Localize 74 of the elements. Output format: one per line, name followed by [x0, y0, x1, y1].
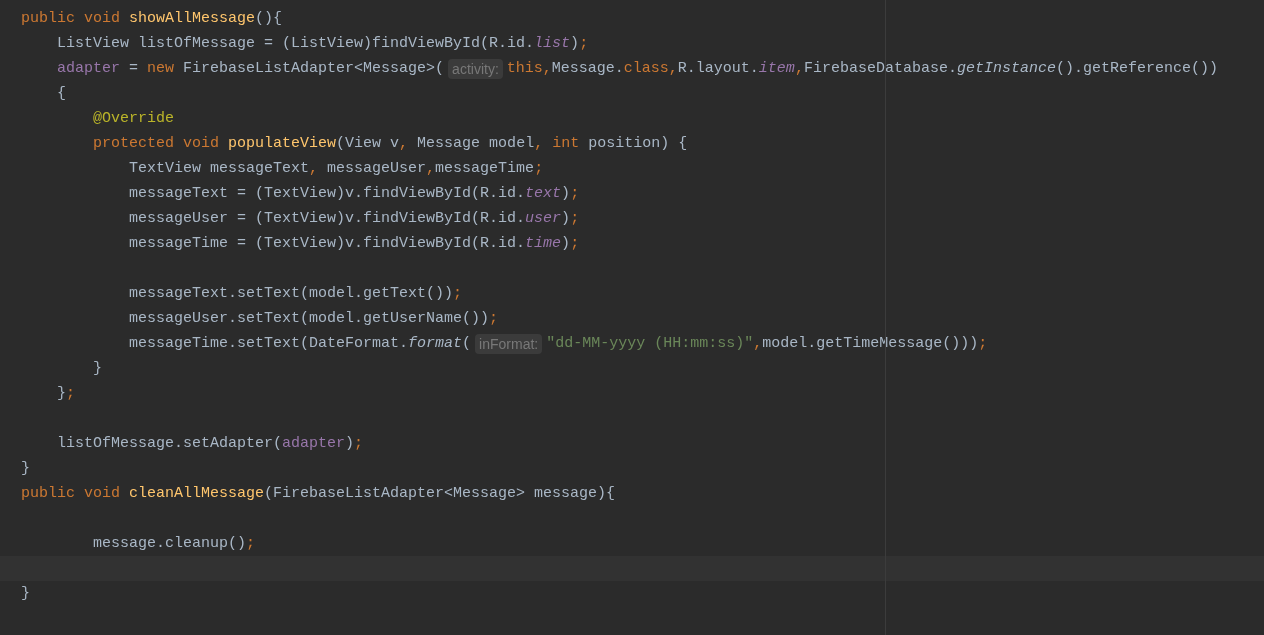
parameter-hint: inFormat:: [475, 333, 543, 354]
code-token: ): [561, 209, 571, 229]
code-token: populateView: [228, 134, 337, 154]
code-token: ,: [753, 334, 763, 354]
code-token: messageTime = (TextView)v.findViewById(R.id.: [128, 234, 526, 254]
code-token: message.cleanup(): [92, 534, 247, 554]
code-token: Message.: [551, 59, 624, 79]
code-token: (: [462, 334, 472, 354]
code-token: user: [525, 209, 562, 229]
code-token: FirebaseDatabase.: [803, 59, 957, 79]
code-token: messageUser.setText(model.getUserName()): [128, 309, 490, 329]
code-token: @Override: [92, 109, 175, 129]
code-token: ): [570, 34, 580, 54]
parameter-hint: activity:: [448, 58, 503, 79]
code-token: }: [92, 359, 102, 379]
code-token: format: [408, 334, 463, 354]
code-token: }: [21, 459, 30, 479]
code-token: "dd-MM-yyyy (HH:mm:ss)": [546, 334, 754, 354]
code-token: protected void: [92, 134, 221, 154]
code-token: messageText.setText(model.getText()): [128, 284, 454, 304]
code-token: ,: [399, 134, 410, 154]
code-token: ;: [579, 34, 589, 54]
code-token: item: [758, 59, 795, 79]
code-token: ;: [534, 159, 544, 179]
code-token: }: [21, 584, 30, 604]
code-token: ;: [453, 284, 463, 304]
code-token: ;: [570, 234, 580, 254]
code-token: TextView messageText: [128, 159, 310, 179]
code-token: ;: [66, 384, 76, 404]
code-token: ;: [978, 334, 988, 354]
code-token: public void: [21, 9, 122, 29]
code-token: messageTime: [435, 159, 535, 179]
code-token: ;: [570, 209, 580, 229]
code-token: cleanAllMessage: [129, 484, 265, 504]
code-token: ): [561, 184, 571, 204]
code-token: ListView listOfMessage = (ListView)findViewById(R.id.: [56, 34, 535, 54]
code-token: messageTime.setText(DateFormat.: [128, 334, 409, 354]
code-token: ,: [426, 159, 436, 179]
code-token: adapter: [56, 59, 121, 79]
code-token: (FirebaseListAdapter<Message> message){: [264, 484, 616, 504]
code-token: ,: [794, 59, 804, 79]
code-token: ;: [246, 534, 256, 554]
code-token: ().getReference()): [1055, 59, 1218, 79]
code-token: adapter: [282, 434, 346, 454]
code-token: ): [561, 234, 571, 254]
code-token: this,: [506, 59, 552, 79]
code-token: text: [525, 184, 562, 204]
code-token: position) {: [588, 134, 688, 154]
code-token: model.getTimeMessage())): [762, 334, 979, 354]
code-token: getInstance: [956, 59, 1056, 79]
code-token: {: [56, 84, 66, 104]
code-token: class,: [623, 59, 678, 79]
code-token: new: [147, 59, 176, 79]
code-token: messageText = (TextView)v.findViewById(R.id.: [128, 184, 526, 204]
code-token: list: [534, 34, 571, 54]
code-token: ,: [309, 159, 320, 179]
code-token: }: [56, 384, 66, 404]
code-token: =: [128, 59, 140, 79]
code-token: (){: [255, 9, 283, 29]
code-token: ;: [570, 184, 580, 204]
code-token: listOfMessage.setAdapter(: [56, 434, 283, 454]
code-token: public void: [21, 484, 122, 504]
code-token: time: [525, 234, 562, 254]
code-token: (View v: [336, 134, 400, 154]
code-token: ;: [489, 309, 499, 329]
code-token: showAllMessage: [129, 9, 256, 29]
code-token: R.layout.: [677, 59, 759, 79]
code-token: ;: [354, 434, 364, 454]
code-token: Message model: [417, 134, 535, 154]
code-token: messageUser: [327, 159, 427, 179]
code-token: FirebaseListAdapter<Message>(: [183, 59, 445, 79]
code-token: messageUser = (TextView)v.findViewById(R.id.: [128, 209, 526, 229]
code-token: , int: [534, 134, 581, 154]
code-token: ): [345, 434, 355, 454]
